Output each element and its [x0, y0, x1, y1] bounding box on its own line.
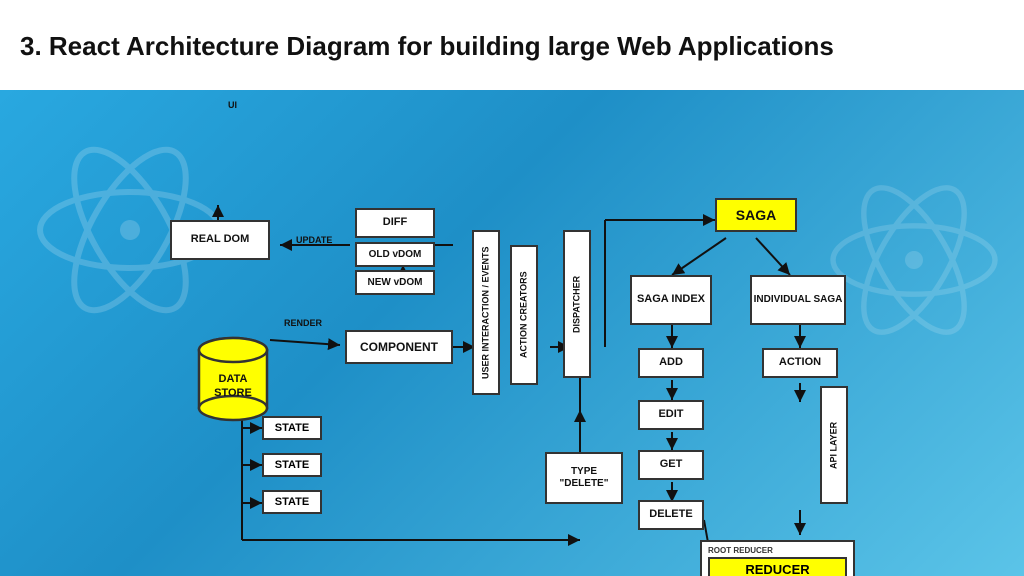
title-bar: 3. React Architecture Diagram for buildi… [0, 0, 1024, 90]
react-watermark-2 [824, 170, 1004, 350]
component-box: COMPONENT [345, 330, 453, 364]
real-dom-box: REAL DOM [170, 220, 270, 260]
data-store-box: DATA STORE [195, 336, 271, 424]
individual-saga-box: INDIVIDUAL SAGA [750, 275, 846, 325]
state-box-1: STATE [262, 416, 322, 440]
saga-index-box: SAGA INDEX [630, 275, 712, 325]
action-box: ACTION [762, 348, 838, 378]
page-title: 3. React Architecture Diagram for buildi… [20, 30, 834, 63]
state-box-2: STATE [262, 453, 322, 477]
dispatcher-box: DISPATCHER [563, 230, 591, 378]
reducer-container: ROOT REDUCER REDUCER SLICE REDUCER [700, 540, 855, 576]
reducer-box: REDUCER [708, 557, 847, 576]
action-creators-box: ACTION CREATORS [510, 245, 538, 385]
saga-box: SAGA [715, 198, 797, 232]
get-box: GET [638, 450, 704, 480]
root-reducer-label: ROOT REDUCER [708, 546, 847, 555]
state-box-3: STATE [262, 490, 322, 514]
update-label: UPDATE [296, 235, 332, 245]
diagram-area: UI UPDATE RENDER REAL DOM DIFF OLD vDOM … [0, 90, 1024, 576]
api-layer-box: API LAYER [820, 386, 848, 504]
type-delete-box: TYPE "DELETE" [545, 452, 623, 504]
old-vdom-box: OLD vDOM [355, 242, 435, 267]
svg-text:STORE: STORE [214, 387, 252, 399]
user-interaction-box: USER INTERACTION / EVENTS [472, 230, 500, 395]
edit-box: EDIT [638, 400, 704, 430]
delete-box: DELETE [638, 500, 704, 530]
add-box: ADD [638, 348, 704, 378]
ui-label: UI [228, 100, 237, 110]
svg-text:DATA: DATA [219, 373, 248, 385]
diff-box: DIFF [355, 208, 435, 238]
render-label: RENDER [284, 318, 322, 328]
new-vdom-box: NEW vDOM [355, 270, 435, 295]
